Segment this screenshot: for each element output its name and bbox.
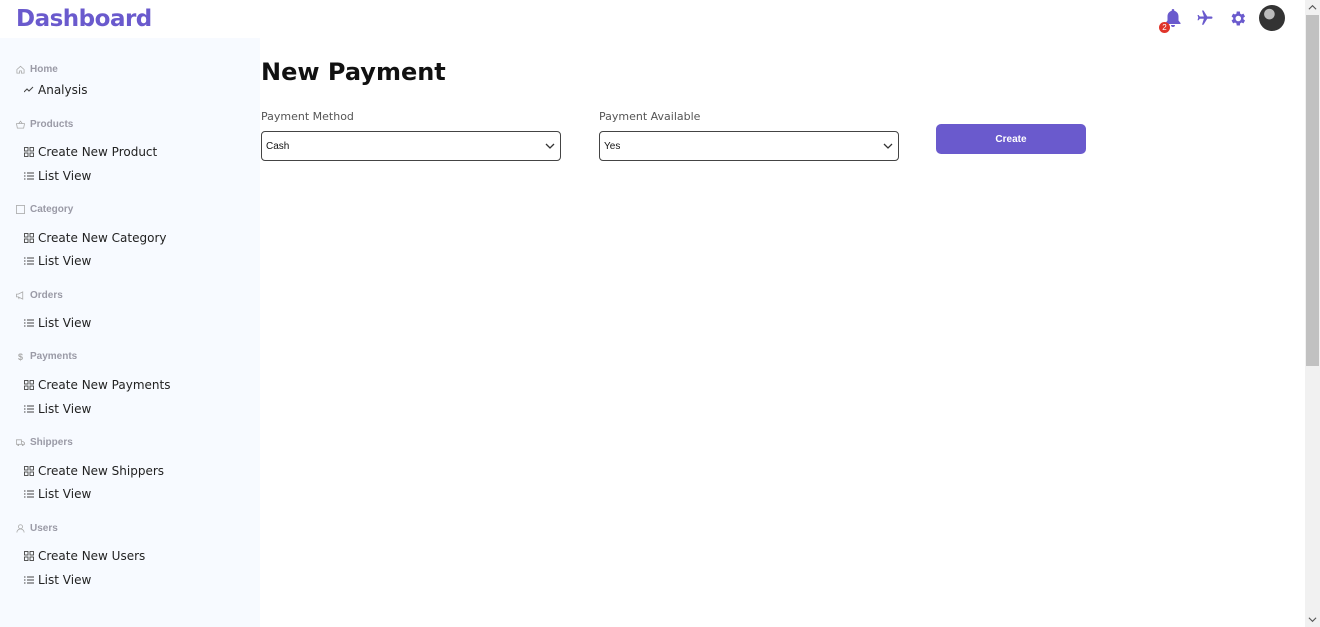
sidebar-item-label: List View xyxy=(38,169,92,183)
top-bar: Dashboard 2 xyxy=(0,0,1305,38)
sidebar-item-label: List View xyxy=(38,254,92,268)
plane-icon[interactable] xyxy=(1193,6,1217,30)
avatar[interactable] xyxy=(1259,5,1285,31)
payment-available-select[interactable]: Yes xyxy=(599,131,899,161)
dollar-icon: $ xyxy=(17,351,23,362)
scrollbar[interactable] xyxy=(1305,0,1320,627)
sidebar-section-shippers: Shippers xyxy=(16,437,73,448)
create-button[interactable]: Create xyxy=(936,124,1086,154)
square-icon xyxy=(16,205,25,214)
sidebar-item-create-product[interactable]: Create New Product xyxy=(24,145,157,159)
sidebar-section-label: Users xyxy=(30,523,58,534)
sidebar-item-label: Create New Category xyxy=(38,231,167,245)
basket-icon xyxy=(16,120,25,129)
sidebar-section-label: Products xyxy=(30,119,74,130)
home-icon xyxy=(16,65,25,74)
sidebar-item-create-shippers[interactable]: Create New Shippers xyxy=(24,464,164,478)
sidebar-item-label: Analysis xyxy=(38,83,88,97)
sidebar-item-orders-list[interactable]: List View xyxy=(24,316,91,330)
sidebar-item-users-list[interactable]: List View xyxy=(24,573,91,587)
sidebar-section-orders: Orders xyxy=(16,290,63,301)
sidebar: Home Analysis Products Create New Produc… xyxy=(0,38,260,627)
payment-method-label: Payment Method xyxy=(261,110,354,123)
gear-icon[interactable] xyxy=(1225,6,1249,30)
sidebar-item-create-category[interactable]: Create New Category xyxy=(24,231,167,245)
list-icon xyxy=(24,404,34,414)
page-title: New Payment xyxy=(261,58,446,86)
grid-icon xyxy=(24,551,34,561)
chevron-down-icon xyxy=(883,143,893,149)
user-icon xyxy=(16,524,25,533)
brand-title[interactable]: Dashboard xyxy=(16,6,152,32)
payment-method-select[interactable]: Cash xyxy=(261,131,561,161)
scroll-down-arrow-icon[interactable] xyxy=(1308,615,1317,624)
scroll-up-arrow-icon[interactable] xyxy=(1308,3,1317,12)
notification-badge: 2 xyxy=(1159,22,1170,33)
sidebar-item-label: Create New Shippers xyxy=(38,464,165,478)
list-icon xyxy=(24,489,34,499)
list-icon xyxy=(24,318,34,328)
sidebar-item-label: Create New Payments xyxy=(38,378,171,392)
sidebar-section-category: Category xyxy=(16,204,73,215)
sidebar-item-create-users[interactable]: Create New Users xyxy=(24,549,145,563)
sidebar-item-label: Create New Users xyxy=(38,549,146,563)
grid-icon xyxy=(24,380,34,390)
payment-available-label: Payment Available xyxy=(599,110,701,123)
sidebar-item-label: List View xyxy=(38,487,92,501)
sidebar-section-label: Category xyxy=(30,204,74,215)
sidebar-item-label: List View xyxy=(38,402,92,416)
sidebar-item-create-payments[interactable]: Create New Payments xyxy=(24,378,170,392)
sidebar-section-payments: $ Payments xyxy=(16,351,77,362)
notification-bell-icon[interactable]: 2 xyxy=(1159,6,1185,33)
sidebar-item-shippers-list[interactable]: List View xyxy=(24,487,91,501)
sidebar-item-payments-list[interactable]: List View xyxy=(24,402,91,416)
list-icon xyxy=(24,171,34,181)
sidebar-section-label: Orders xyxy=(30,290,63,301)
sidebar-section-products: Products xyxy=(16,119,73,130)
sidebar-item-category-list[interactable]: List View xyxy=(24,254,91,268)
sidebar-item-label: List View xyxy=(38,573,92,587)
grid-icon xyxy=(24,466,34,476)
trend-icon xyxy=(24,85,34,95)
grid-icon xyxy=(24,147,34,157)
sidebar-section-label: Payments xyxy=(30,351,78,362)
scrollbar-thumb[interactable] xyxy=(1306,15,1319,366)
payment-available-value: Yes xyxy=(604,140,621,152)
sidebar-section-label: Shippers xyxy=(30,437,73,448)
megaphone-icon xyxy=(16,291,25,300)
top-icons: 2 xyxy=(1159,5,1285,33)
list-icon xyxy=(24,256,34,266)
sidebar-item-products-list[interactable]: List View xyxy=(24,169,91,183)
payment-method-value: Cash xyxy=(266,140,290,152)
list-icon xyxy=(24,575,34,585)
sidebar-section-home: Home xyxy=(16,64,58,75)
truck-icon xyxy=(16,438,25,447)
chevron-down-icon xyxy=(545,143,555,149)
sidebar-item-label: Create New Product xyxy=(38,145,158,159)
sidebar-section-users: Users xyxy=(16,523,58,534)
grid-icon xyxy=(24,233,34,243)
sidebar-item-label: List View xyxy=(38,316,92,330)
sidebar-section-label: Home xyxy=(30,64,58,75)
sidebar-item-analysis[interactable]: Analysis xyxy=(24,83,87,97)
